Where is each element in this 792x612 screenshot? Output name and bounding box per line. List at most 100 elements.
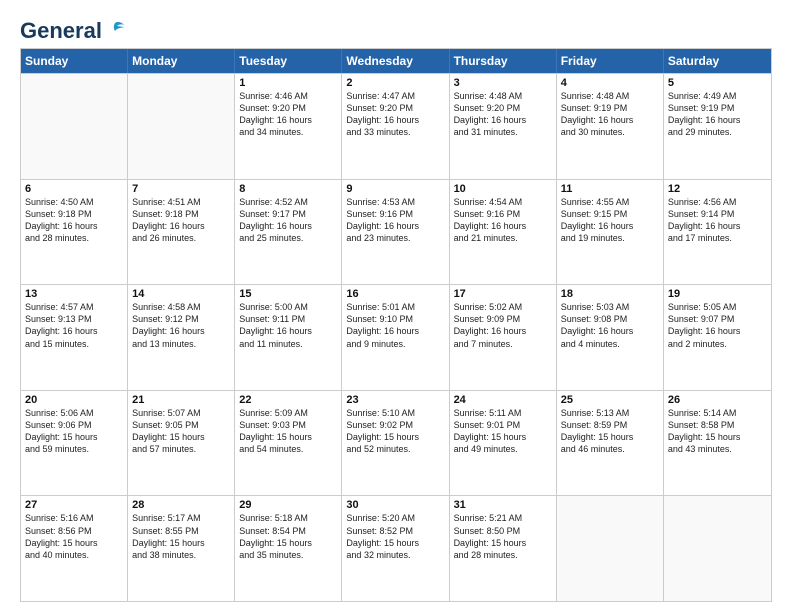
day-number: 5: [668, 77, 767, 89]
header-day-sunday: Sunday: [21, 49, 128, 73]
day-info: Sunrise: 4:52 AM Sunset: 9:17 PM Dayligh…: [239, 196, 337, 245]
day-info: Sunrise: 5:01 AM Sunset: 9:10 PM Dayligh…: [346, 301, 444, 350]
calendar-cell: 7Sunrise: 4:51 AM Sunset: 9:18 PM Daylig…: [128, 180, 235, 285]
day-number: 16: [346, 288, 444, 300]
calendar-row-4: 20Sunrise: 5:06 AM Sunset: 9:06 PM Dayli…: [21, 390, 771, 496]
day-number: 30: [346, 499, 444, 511]
day-info: Sunrise: 4:54 AM Sunset: 9:16 PM Dayligh…: [454, 196, 552, 245]
calendar-cell: 22Sunrise: 5:09 AM Sunset: 9:03 PM Dayli…: [235, 391, 342, 496]
day-number: 22: [239, 394, 337, 406]
day-number: 29: [239, 499, 337, 511]
day-number: 12: [668, 183, 767, 195]
day-info: Sunrise: 5:17 AM Sunset: 8:55 PM Dayligh…: [132, 512, 230, 561]
calendar-cell: 18Sunrise: 5:03 AM Sunset: 9:08 PM Dayli…: [557, 285, 664, 390]
calendar-cell: 26Sunrise: 5:14 AM Sunset: 8:58 PM Dayli…: [664, 391, 771, 496]
day-number: 19: [668, 288, 767, 300]
calendar-cell: 31Sunrise: 5:21 AM Sunset: 8:50 PM Dayli…: [450, 496, 557, 601]
day-number: 2: [346, 77, 444, 89]
day-number: 13: [25, 288, 123, 300]
header: General: [20, 18, 772, 40]
day-info: Sunrise: 4:58 AM Sunset: 9:12 PM Dayligh…: [132, 301, 230, 350]
day-number: 24: [454, 394, 552, 406]
calendar-cell: 15Sunrise: 5:00 AM Sunset: 9:11 PM Dayli…: [235, 285, 342, 390]
calendar-cell: 17Sunrise: 5:02 AM Sunset: 9:09 PM Dayli…: [450, 285, 557, 390]
calendar-cell: 3Sunrise: 4:48 AM Sunset: 9:20 PM Daylig…: [450, 74, 557, 179]
day-number: 21: [132, 394, 230, 406]
calendar-cell: [21, 74, 128, 179]
day-number: 6: [25, 183, 123, 195]
calendar-row-1: 1Sunrise: 4:46 AM Sunset: 9:20 PM Daylig…: [21, 73, 771, 179]
day-info: Sunrise: 4:49 AM Sunset: 9:19 PM Dayligh…: [668, 90, 767, 139]
day-info: Sunrise: 4:53 AM Sunset: 9:16 PM Dayligh…: [346, 196, 444, 245]
day-number: 15: [239, 288, 337, 300]
day-number: 3: [454, 77, 552, 89]
calendar-cell: 25Sunrise: 5:13 AM Sunset: 8:59 PM Dayli…: [557, 391, 664, 496]
day-number: 26: [668, 394, 767, 406]
day-info: Sunrise: 4:51 AM Sunset: 9:18 PM Dayligh…: [132, 196, 230, 245]
calendar-cell: 12Sunrise: 4:56 AM Sunset: 9:14 PM Dayli…: [664, 180, 771, 285]
day-info: Sunrise: 4:57 AM Sunset: 9:13 PM Dayligh…: [25, 301, 123, 350]
calendar-cell: 20Sunrise: 5:06 AM Sunset: 9:06 PM Dayli…: [21, 391, 128, 496]
calendar-row-2: 6Sunrise: 4:50 AM Sunset: 9:18 PM Daylig…: [21, 179, 771, 285]
day-info: Sunrise: 5:09 AM Sunset: 9:03 PM Dayligh…: [239, 407, 337, 456]
day-info: Sunrise: 4:48 AM Sunset: 9:20 PM Dayligh…: [454, 90, 552, 139]
day-info: Sunrise: 4:47 AM Sunset: 9:20 PM Dayligh…: [346, 90, 444, 139]
calendar-cell: [128, 74, 235, 179]
calendar-cell: 24Sunrise: 5:11 AM Sunset: 9:01 PM Dayli…: [450, 391, 557, 496]
calendar-cell: 28Sunrise: 5:17 AM Sunset: 8:55 PM Dayli…: [128, 496, 235, 601]
day-info: Sunrise: 5:20 AM Sunset: 8:52 PM Dayligh…: [346, 512, 444, 561]
day-info: Sunrise: 5:03 AM Sunset: 9:08 PM Dayligh…: [561, 301, 659, 350]
calendar-cell: 4Sunrise: 4:48 AM Sunset: 9:19 PM Daylig…: [557, 74, 664, 179]
header-day-friday: Friday: [557, 49, 664, 73]
day-info: Sunrise: 5:13 AM Sunset: 8:59 PM Dayligh…: [561, 407, 659, 456]
day-info: Sunrise: 5:11 AM Sunset: 9:01 PM Dayligh…: [454, 407, 552, 456]
page: General SundayMondayTuesdayWednesdayThur…: [0, 0, 792, 612]
calendar-cell: 16Sunrise: 5:01 AM Sunset: 9:10 PM Dayli…: [342, 285, 449, 390]
calendar: SundayMondayTuesdayWednesdayThursdayFrid…: [20, 48, 772, 602]
header-day-wednesday: Wednesday: [342, 49, 449, 73]
day-number: 28: [132, 499, 230, 511]
day-number: 14: [132, 288, 230, 300]
day-number: 7: [132, 183, 230, 195]
calendar-cell: 14Sunrise: 4:58 AM Sunset: 9:12 PM Dayli…: [128, 285, 235, 390]
day-number: 9: [346, 183, 444, 195]
day-info: Sunrise: 4:50 AM Sunset: 9:18 PM Dayligh…: [25, 196, 123, 245]
header-day-saturday: Saturday: [664, 49, 771, 73]
day-info: Sunrise: 5:21 AM Sunset: 8:50 PM Dayligh…: [454, 512, 552, 561]
day-number: 31: [454, 499, 552, 511]
day-number: 11: [561, 183, 659, 195]
calendar-cell: [557, 496, 664, 601]
day-number: 23: [346, 394, 444, 406]
calendar-cell: 9Sunrise: 4:53 AM Sunset: 9:16 PM Daylig…: [342, 180, 449, 285]
calendar-cell: 13Sunrise: 4:57 AM Sunset: 9:13 PM Dayli…: [21, 285, 128, 390]
calendar-row-5: 27Sunrise: 5:16 AM Sunset: 8:56 PM Dayli…: [21, 495, 771, 601]
day-number: 17: [454, 288, 552, 300]
day-number: 4: [561, 77, 659, 89]
calendar-cell: 11Sunrise: 4:55 AM Sunset: 9:15 PM Dayli…: [557, 180, 664, 285]
day-info: Sunrise: 5:07 AM Sunset: 9:05 PM Dayligh…: [132, 407, 230, 456]
calendar-cell: 21Sunrise: 5:07 AM Sunset: 9:05 PM Dayli…: [128, 391, 235, 496]
calendar-header: SundayMondayTuesdayWednesdayThursdayFrid…: [21, 49, 771, 73]
calendar-cell: 5Sunrise: 4:49 AM Sunset: 9:19 PM Daylig…: [664, 74, 771, 179]
calendar-cell: 8Sunrise: 4:52 AM Sunset: 9:17 PM Daylig…: [235, 180, 342, 285]
calendar-cell: 27Sunrise: 5:16 AM Sunset: 8:56 PM Dayli…: [21, 496, 128, 601]
calendar-cell: 2Sunrise: 4:47 AM Sunset: 9:20 PM Daylig…: [342, 74, 449, 179]
calendar-cell: 30Sunrise: 5:20 AM Sunset: 8:52 PM Dayli…: [342, 496, 449, 601]
day-number: 20: [25, 394, 123, 406]
calendar-cell: 19Sunrise: 5:05 AM Sunset: 9:07 PM Dayli…: [664, 285, 771, 390]
calendar-cell: 29Sunrise: 5:18 AM Sunset: 8:54 PM Dayli…: [235, 496, 342, 601]
day-info: Sunrise: 4:46 AM Sunset: 9:20 PM Dayligh…: [239, 90, 337, 139]
calendar-cell: 23Sunrise: 5:10 AM Sunset: 9:02 PM Dayli…: [342, 391, 449, 496]
day-info: Sunrise: 5:02 AM Sunset: 9:09 PM Dayligh…: [454, 301, 552, 350]
calendar-cell: 1Sunrise: 4:46 AM Sunset: 9:20 PM Daylig…: [235, 74, 342, 179]
day-number: 18: [561, 288, 659, 300]
header-day-thursday: Thursday: [450, 49, 557, 73]
calendar-cell: 10Sunrise: 4:54 AM Sunset: 9:16 PM Dayli…: [450, 180, 557, 285]
day-info: Sunrise: 5:06 AM Sunset: 9:06 PM Dayligh…: [25, 407, 123, 456]
day-number: 25: [561, 394, 659, 406]
day-info: Sunrise: 5:05 AM Sunset: 9:07 PM Dayligh…: [668, 301, 767, 350]
day-info: Sunrise: 5:14 AM Sunset: 8:58 PM Dayligh…: [668, 407, 767, 456]
day-info: Sunrise: 4:48 AM Sunset: 9:19 PM Dayligh…: [561, 90, 659, 139]
day-info: Sunrise: 4:55 AM Sunset: 9:15 PM Dayligh…: [561, 196, 659, 245]
day-info: Sunrise: 5:00 AM Sunset: 9:11 PM Dayligh…: [239, 301, 337, 350]
